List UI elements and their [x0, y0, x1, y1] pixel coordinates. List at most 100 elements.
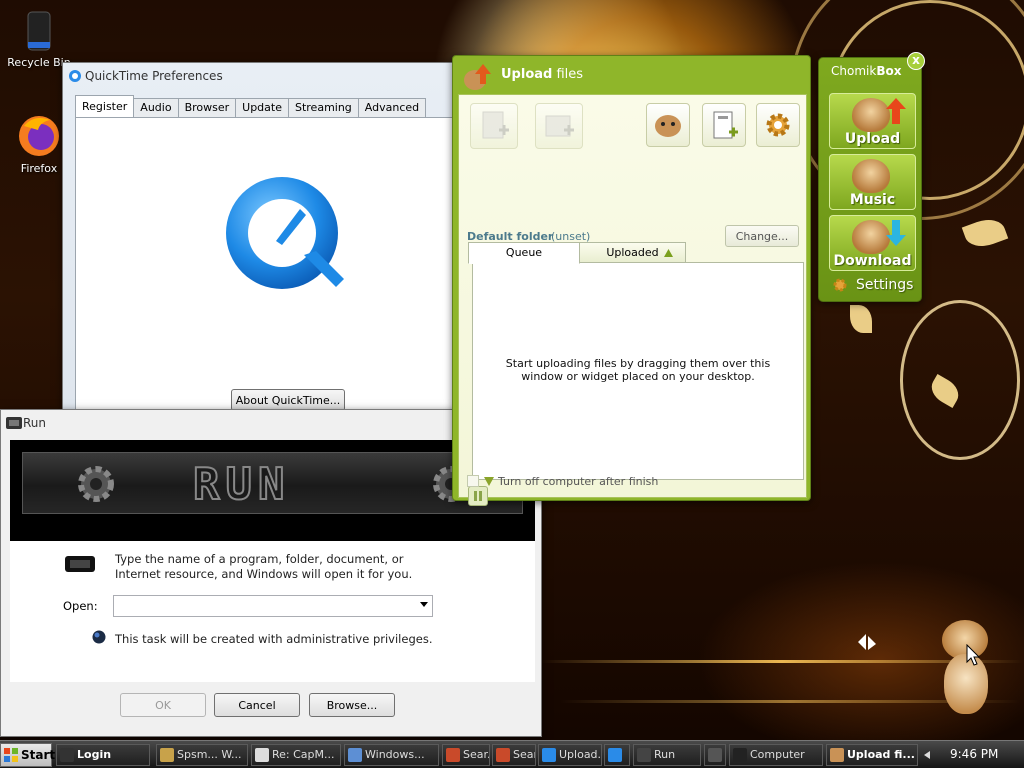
cancel-button[interactable]: Cancel: [214, 693, 300, 717]
settings-link[interactable]: Settings: [856, 277, 913, 293]
taskbar-item[interactable]: Spsm... W...: [156, 744, 248, 766]
download-button[interactable]: Download: [829, 215, 916, 271]
tab-register[interactable]: Register: [75, 95, 135, 117]
chomikbox-title-bold: Box: [876, 64, 902, 78]
add-files-button[interactable]: [470, 103, 518, 149]
download-label: Download: [833, 253, 912, 269]
run-icon: [6, 417, 22, 429]
wallpaper-leaf: [961, 213, 1009, 253]
wallpaper-leaf: [850, 305, 872, 333]
app-icon: [733, 748, 747, 762]
queue-list[interactable]: Start uploading files by dragging them o…: [472, 262, 804, 480]
upload-button[interactable]: Upload: [829, 93, 916, 149]
clock[interactable]: 9:46 PM: [950, 747, 998, 761]
app-icon: [496, 748, 510, 762]
upload-title-rest: files: [556, 67, 584, 82]
app-icon: [255, 748, 269, 762]
tab-uploaded[interactable]: Uploaded: [579, 242, 686, 263]
open-input[interactable]: [114, 596, 410, 616]
add-folder-button[interactable]: [535, 103, 583, 149]
app-icon: [348, 748, 362, 762]
gear-icon: [833, 278, 847, 292]
quicktime-preferences-window: QuickTime Preferences Register Audio Bro…: [62, 62, 463, 413]
settings-button[interactable]: [756, 103, 800, 147]
taskbar-item[interactable]: Upload fi...: [826, 744, 918, 766]
music-button[interactable]: Music: [829, 154, 916, 210]
taskbar-item-label: Spsm... W...: [177, 748, 242, 761]
window-titlebar[interactable]: QuickTime Preferences: [63, 63, 461, 89]
window-title: Run: [23, 416, 47, 430]
taskbar-item-label: Sear...: [513, 748, 535, 761]
close-button[interactable]: x: [907, 52, 925, 70]
taskbar-item[interactable]: [604, 744, 630, 766]
browse-button[interactable]: Browse...: [309, 693, 395, 717]
window-titlebar[interactable]: Upload files: [453, 56, 810, 94]
hamster-upload-icon: [464, 64, 491, 90]
mouse-cursor-icon: [966, 644, 980, 666]
start-label: Start: [21, 748, 56, 762]
admin-shield-icon: [92, 630, 106, 644]
hamster-icon: [852, 220, 890, 254]
taskbar-item-label: Re: CapM...: [272, 748, 335, 761]
tray-expand-icon[interactable]: [924, 751, 932, 759]
tab-browser[interactable]: Browser: [177, 98, 237, 117]
music-label: Music: [849, 192, 896, 208]
tab-audio[interactable]: Audio: [133, 98, 179, 117]
shutdown-checkbox[interactable]: [467, 475, 479, 487]
wallpaper-swirl: [900, 300, 1020, 460]
app-icon: [637, 748, 651, 762]
taskbar-item-label: Login: [77, 748, 112, 761]
taskbar-item[interactable]: Re: CapM...: [251, 744, 341, 766]
preferences-tabs: Register Audio Browser Update Streaming …: [75, 95, 427, 117]
open-combobox[interactable]: [113, 595, 433, 617]
arrow-up-icon: [886, 98, 906, 124]
change-folder-button[interactable]: Change...: [725, 225, 799, 247]
ok-button[interactable]: OK: [120, 693, 206, 717]
taskbar-item[interactable]: Windows...: [344, 744, 439, 766]
chomikbox-widget: ChomikBox x Upload Music Download Settin…: [818, 52, 925, 302]
taskbar-item-label: Computer: [750, 748, 805, 761]
open-label: Open:: [63, 599, 98, 613]
add-file-icon: [482, 111, 509, 139]
arrow-down-icon: [886, 220, 906, 246]
upload-files-window: Upload files Default folder (unset) Chan…: [452, 55, 811, 506]
taskbar-item[interactable]: Computer: [729, 744, 823, 766]
about-quicktime-button[interactable]: About QuickTime...: [231, 389, 345, 411]
chomik-account-button[interactable]: [646, 103, 690, 147]
app-icon: [830, 748, 844, 762]
taskbar-item[interactable]: Run: [633, 744, 701, 766]
taskbar-item[interactable]: Sear...: [492, 744, 536, 766]
taskbar-item[interactable]: Upload...: [538, 744, 602, 766]
tab-queue[interactable]: Queue: [468, 242, 580, 264]
taskbar-item-label: Upload...: [559, 748, 602, 761]
pause-button[interactable]: [468, 486, 488, 506]
tab-streaming[interactable]: Streaming: [287, 98, 359, 117]
run-program-icon: [65, 556, 95, 572]
taskbar-item[interactable]: Sear...: [442, 744, 490, 766]
quicktime-logo-icon: [226, 177, 344, 289]
add-folder-icon: [545, 115, 574, 137]
queue-empty-message: Start uploading files by dragging them o…: [505, 357, 771, 383]
taskbar-item[interactable]: Login: [56, 744, 150, 766]
recycle-bin-icon: [27, 11, 51, 51]
firefox-icon: [19, 116, 59, 156]
app-icon: [60, 748, 74, 762]
tab-update[interactable]: Update: [235, 98, 289, 117]
start-button[interactable]: Start: [0, 743, 56, 767]
chevron-down-icon[interactable]: [420, 602, 428, 607]
app-icon: [708, 748, 722, 762]
wallpaper-flower-icon: [858, 634, 876, 650]
taskbar-item[interactable]: [704, 744, 726, 766]
gear-icon: [766, 113, 790, 137]
windows-logo-icon: [4, 748, 18, 762]
run-body: Type the name of a program, folder, docu…: [10, 541, 535, 682]
gear-icon: [78, 466, 114, 502]
shutdown-label: Turn off computer after finish: [498, 475, 659, 488]
hamster-mascot[interactable]: [938, 620, 992, 716]
tab-advanced[interactable]: Advanced: [357, 98, 427, 117]
clipboard-icon: [713, 111, 738, 139]
desktop-icon-recycle-bin[interactable]: Recycle Bin: [4, 8, 74, 69]
clipboard-add-button[interactable]: [702, 103, 746, 147]
run-banner-text: RUN: [192, 459, 291, 510]
app-icon: [446, 748, 460, 762]
